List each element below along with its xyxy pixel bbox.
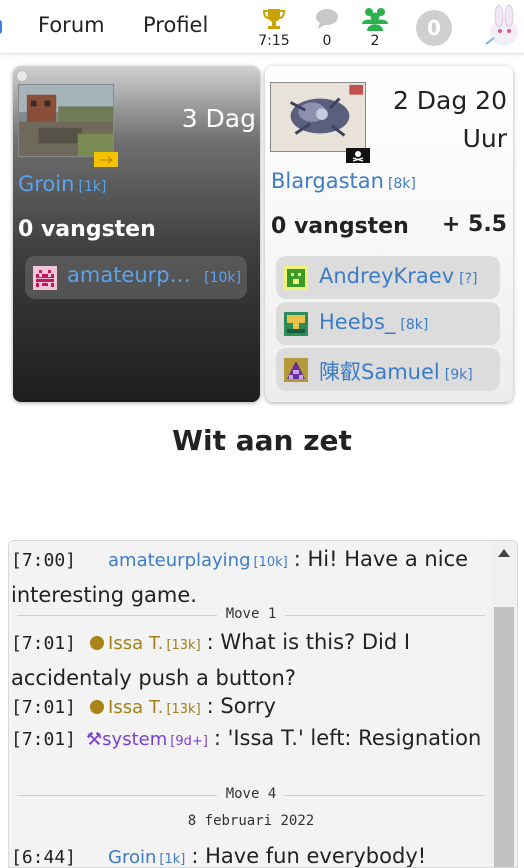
observer-row[interactable]: amateurpl… [10k] [25,256,247,299]
clock-value: 7:15 [258,33,290,49]
chat-user[interactable]: Issa T. [13k] [108,633,201,654]
player-rank: [8k] [387,176,416,192]
black-clock: 3 Dag [181,104,256,133]
observer-rank: [10k] [204,270,241,286]
chat-text: : 'Issa T.' left: Resignation [213,726,482,750]
komi-value: + 5.5 [441,212,507,237]
observer-name[interactable]: AndreyKraev [?] [319,264,478,288]
chat-message: [7:00] amateurplaying [10k]: Hi! Have a ni… [11,543,491,611]
chat-timestamp: [7:01] [11,697,77,718]
chat-stat[interactable]: 0 [307,6,347,49]
chat-timestamp: [7:01] [11,633,77,654]
player-name-label[interactable]: Blargastan [271,169,384,193]
trophy-icon [262,9,286,29]
white-player-card: 2 Dag 20 Uur Blargastan [8k] 0 vangsten +… [265,66,513,402]
chat-bubble-icon [316,9,338,29]
white-clock: 2 Dag 20 Uur [392,86,507,153]
chat-count: 0 [322,33,332,49]
black-player-card: 3 Dag Groin [1k] 0 vangsten amateurpl… [1… [13,66,260,402]
menu-edge[interactable] [0,20,2,34]
white-captures: 0 vangsten [271,214,409,239]
observer-row[interactable]: AndreyKraev [?] [276,256,500,299]
country-flag-icon [94,152,118,167]
space-invader-icon [33,266,57,290]
user-avatar[interactable] [476,2,524,52]
observer-row[interactable]: Heebs_ [8k] [276,302,500,345]
observer-name[interactable]: Heebs_ [8k] [319,310,428,334]
pixel-avatar-icon [284,358,308,382]
observer-name[interactable]: amateurpl… [67,263,195,287]
move-separator: Move 1 [9,606,493,622]
chat-user[interactable]: Issa T. [13k] [108,697,201,718]
chat-timestamp: [7:00] [11,550,77,571]
friends-stat[interactable]: 2 [355,6,395,49]
chat-scrollbar[interactable] [491,541,517,867]
player-name-label[interactable]: Groin [18,172,74,196]
pixel-avatar-icon [284,312,308,336]
hammer-icon: ⚒ [86,729,103,750]
chat-log[interactable]: [7:00] amateurplaying [10k]: Hi! Have a ni… [8,540,518,868]
notification-badge[interactable]: 0 [416,10,452,46]
chat-user[interactable]: amateurplaying [10k] [108,550,288,571]
black-captures: 0 vangsten [18,217,156,242]
chat-message: [7:01] Issa T. [13k]: Sorry [11,690,491,726]
clock-stat[interactable]: 7:15 [254,6,294,49]
chat-message: [7:01] Issa T. [13k]: What is this? Did I … [11,626,491,694]
scrollbar-thumb[interactable] [494,607,514,867]
chat-timestamp: [6:44] [11,847,77,868]
player-rank: [1k] [78,179,107,195]
turn-indicator: Wit aan zet [172,424,352,457]
chat-message: [7:01] ⚒system [9d+]: 'Issa T.' left: Resi… [11,722,491,758]
pixel-avatar-icon [284,266,308,290]
player-photo[interactable] [18,84,114,157]
player-photo[interactable] [270,82,366,152]
forum-link[interactable]: Forum [38,13,105,37]
friends-count: 2 [370,33,380,49]
white-player-name[interactable]: Blargastan [8k] [271,169,416,193]
profile-link[interactable]: Profiel [143,13,208,37]
chat-message: [6:44] Groin [1k] : Have fun everybody! [11,840,491,868]
observer-name[interactable]: 陳叡Samuel [9k] [319,356,473,386]
observer-row[interactable]: 陳叡Samuel [9k] [276,348,500,391]
chat-user[interactable]: ⚒system [9d+] [86,729,208,750]
supporter-icon [90,636,105,650]
supporter-icon [90,700,105,714]
chat-timestamp: [7:01] [11,729,77,750]
top-nav: Forum Profiel 7:15 0 2 0 [0,0,524,54]
black-stone-icon [16,70,28,82]
chat-text: : Have fun everybody! [191,844,427,868]
date-separator: 8 februari 2022 [187,813,315,829]
black-player-name[interactable]: Groin [1k] [18,172,106,196]
chat-text: : Sorry [206,694,276,718]
chat-user[interactable]: Groin [1k] [108,847,185,867]
move-separator: Move 4 [9,786,493,802]
scroll-up-arrow-icon[interactable] [498,549,510,557]
friends-icon [362,8,388,31]
